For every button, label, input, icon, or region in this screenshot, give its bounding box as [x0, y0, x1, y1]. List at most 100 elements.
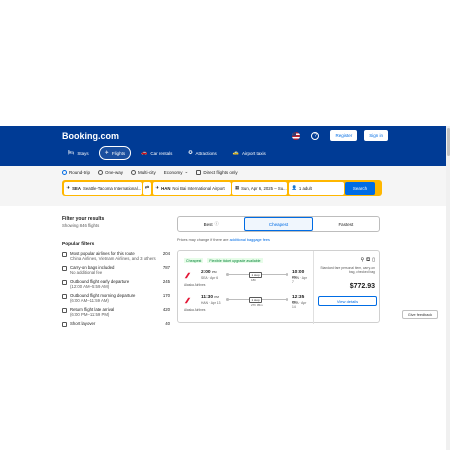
filter-option[interactable]: Carry-on bags included No additional fee 7…	[62, 265, 170, 275]
filter-checkbox[interactable]	[62, 293, 67, 299]
personal-item-icon: ⚲	[360, 257, 365, 263]
direct-flights-checkbox[interactable]: Direct flights only	[196, 169, 238, 175]
filter-description: (6:00 PM–11:59 PM)	[70, 312, 110, 317]
search-area: Round-trip One-way Multi-city Economy ⌄ D…	[0, 166, 450, 206]
tab-label: Cheapest	[268, 221, 289, 227]
info-icon[interactable]: ⓘ	[215, 221, 219, 227]
to-field[interactable]: ✈ HAN Noi Bai International Airport	[152, 181, 231, 195]
top-header: Booking.com ? Register Sign in 🛏 Stays ✈ F…	[0, 126, 450, 166]
alaska-airlines-logo-icon	[184, 272, 191, 279]
filter-option[interactable]: Outbound flight early departure (12:00 AM…	[62, 279, 170, 289]
filter-text: Most popular airlines for this route Chin…	[70, 251, 156, 261]
scrollbar[interactable]	[446, 126, 450, 450]
filter-checkbox[interactable]	[62, 307, 67, 313]
filter-option[interactable]: Return flight late arrival (6:00 PM–11:59…	[62, 307, 170, 317]
trip-round-trip[interactable]: Round-trip	[62, 169, 90, 175]
give-feedback-button[interactable]: Give feedback	[402, 310, 438, 319]
filter-text: Return flight late arrival (6:00 PM–11:59…	[70, 307, 114, 317]
baggage-fees-link[interactable]: additional baggage fees	[230, 238, 270, 242]
date-field[interactable]: ▦ Sun, Apr 6, 2025 – Su...	[232, 181, 287, 195]
nav-label: Flights	[111, 150, 126, 156]
nav-label: Stays	[77, 150, 89, 156]
baggage-text: Standard fare personal item, carry-on ba…	[320, 266, 375, 274]
trip-one-way[interactable]: One-way	[98, 169, 124, 175]
results-count: Showing 846 flights	[62, 223, 100, 228]
filter-count: 420	[162, 307, 170, 312]
arrival-info: HAN · Apr 7	[292, 276, 307, 284]
swap-icon[interactable]: ⇄	[143, 181, 151, 195]
search-button[interactable]: Search	[345, 181, 375, 195]
filter-text: Outbound flight morning departure (6:00 A…	[70, 293, 135, 303]
departure-time: 2:00 PM	[201, 270, 217, 275]
filter-option[interactable]: Short layover 40	[62, 321, 170, 327]
departure-plane-icon: ✈	[66, 185, 71, 190]
filter-option[interactable]: Most popular airlines for this route Chin…	[62, 251, 170, 261]
us-flag-icon[interactable]	[292, 131, 301, 140]
nav-airport-taxis[interactable]: 🚕 Airport taxis	[227, 146, 272, 160]
filter-option-main: Short layover	[62, 321, 95, 327]
radio[interactable]	[131, 169, 137, 175]
scrollbar-thumb[interactable]	[446, 128, 450, 156]
filter-description: (12:00 AM–5:59 AM)	[70, 284, 110, 289]
tab-fastest[interactable]: Fastest	[313, 217, 379, 231]
travelers-field[interactable]: 👤 1 adult	[288, 181, 344, 195]
car-icon: 🚗	[141, 150, 148, 156]
filter-count: 204	[162, 251, 170, 256]
filter-count: 170	[162, 293, 170, 298]
filter-option-main: Return flight late arrival (6:00 PM–11:59…	[62, 307, 114, 317]
tab-label: Best	[203, 221, 213, 227]
booking-logo[interactable]: Booking.com	[62, 131, 119, 141]
checkbox[interactable]	[196, 169, 202, 175]
tab-best[interactable]: Best ⓘ	[178, 217, 244, 231]
flight-result-card[interactable]: Cheapest Flexible ticket upgrade availab…	[177, 250, 380, 324]
baggage-note: Prices may change if there are additiona…	[177, 238, 270, 242]
sign-in-button[interactable]: Sign in	[364, 130, 388, 141]
filter-count: 245	[162, 279, 170, 284]
filter-label: Short layover	[70, 321, 96, 326]
tab-label: Fastest	[338, 221, 354, 227]
radio-selected[interactable]	[62, 169, 67, 175]
nav-label: Airport taxis	[242, 150, 266, 156]
arrival-plane-icon: ✈	[155, 185, 160, 190]
radio[interactable]	[98, 169, 104, 175]
popular-filters-heading: Popular filters	[62, 242, 95, 247]
duration: 18h	[251, 278, 257, 282]
filter-checkbox[interactable]	[62, 265, 67, 271]
filter-checkbox[interactable]	[62, 279, 67, 285]
filter-checkbox[interactable]	[62, 251, 67, 257]
filter-count: 787	[162, 265, 170, 270]
nav-attractions[interactable]: ✪ Attractions	[182, 146, 222, 160]
header-actions: ? Register Sign in	[292, 130, 388, 141]
trip-multi-city[interactable]: Multi-city	[131, 169, 156, 175]
nav-car-rentals[interactable]: 🚗 Car rentals	[135, 146, 178, 160]
calendar-icon: ▦	[235, 185, 240, 190]
to-code: HAN	[161, 185, 171, 191]
filter-checkbox[interactable]	[62, 321, 67, 327]
option-label: One-way	[105, 169, 124, 175]
arrival-info: SEA · Apr 14	[292, 301, 307, 309]
bed-icon: 🛏	[68, 150, 75, 156]
airline-name: Alaska Airlines	[184, 308, 206, 312]
nav-stays[interactable]: 🛏 Stays	[62, 146, 95, 160]
from-field[interactable]: ✈ SEA Seattle-Tacoma International...	[63, 181, 142, 195]
filter-description: No additional fee	[70, 270, 103, 275]
cabin-class-select[interactable]: Economy ⌄	[164, 169, 189, 175]
tab-cheapest[interactable]: Cheapest	[244, 217, 313, 231]
dates-value: Sun, Apr 6, 2025 – Su...	[241, 185, 287, 191]
nav-label: Car rentals	[150, 150, 173, 156]
nav-flights[interactable]: ✈ Flights	[98, 146, 132, 160]
filter-option[interactable]: Outbound flight morning departure (6:00 A…	[62, 293, 170, 303]
filter-option-main: Outbound flight early departure (12:00 AM…	[62, 279, 129, 289]
note-text: Prices may change if there are	[177, 238, 230, 242]
filter-panel: Filter your results Showing 846 flights …	[62, 216, 170, 331]
view-details-button[interactable]: View details	[318, 296, 377, 306]
plane-icon: ✈	[104, 150, 109, 156]
filter-option-main: Carry-on bags included No additional fee	[62, 265, 114, 275]
register-button[interactable]: Register	[330, 130, 358, 141]
carry-on-bag-icon: ⛾	[366, 257, 371, 263]
departure-info: HAN · Apr 13	[201, 301, 221, 305]
filter-description: (6:00 AM–11:59 AM)	[70, 298, 109, 303]
from-name: Seattle-Tacoma International...	[82, 185, 142, 191]
airline-name: Alaska Airlines	[184, 283, 206, 287]
help-icon[interactable]: ?	[311, 131, 320, 140]
